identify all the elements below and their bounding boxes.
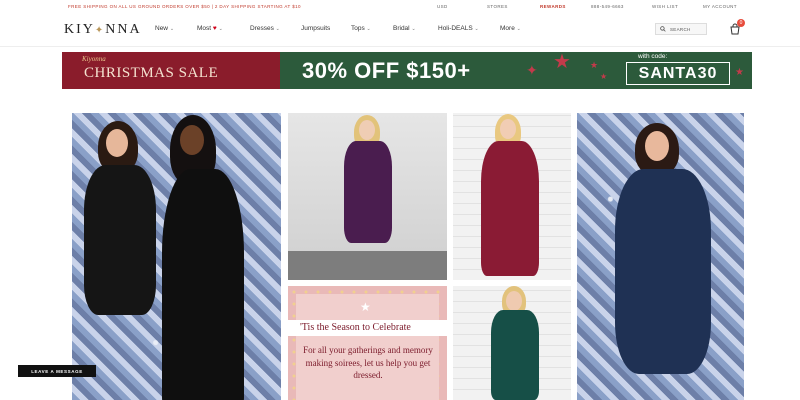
- stores-link[interactable]: STORES: [487, 4, 508, 9]
- floor: [288, 251, 447, 280]
- cart-count-badge: 0: [737, 19, 745, 27]
- model-face: [106, 129, 128, 157]
- nav-label: New: [155, 25, 169, 32]
- chevron-down-icon: ⌄: [218, 26, 223, 32]
- search-icon: [660, 26, 666, 32]
- purple-wrap-dress: [344, 141, 392, 243]
- search-box[interactable]: SEARCH: [655, 23, 707, 35]
- star-icon: ✦: [94, 25, 106, 36]
- nav-most[interactable]: Most ♥ ⌄: [197, 25, 223, 32]
- black-jumpsuit: [162, 169, 244, 400]
- my-account-link[interactable]: MY ACCOUNT: [703, 4, 737, 9]
- nav-label: Most: [197, 25, 212, 32]
- product-photo-red-velvet-dress[interactable]: [453, 113, 571, 280]
- nav-label: Tops: [351, 25, 365, 32]
- black-dress: [84, 165, 156, 315]
- star-icon: ★: [590, 60, 599, 70]
- nav-new[interactable]: New ⌄: [155, 25, 174, 32]
- nav-label: Holi-DEALS: [438, 25, 473, 32]
- model-face: [180, 125, 204, 155]
- logo-text: KIY: [64, 22, 95, 37]
- banner-sale-title: CHRISTMAS SALE: [84, 65, 219, 81]
- cart-button[interactable]: 0: [729, 19, 745, 35]
- shipping-promo[interactable]: FREE SHIPPING ON ALL US GROUND ORDERS OV…: [68, 4, 301, 9]
- logo[interactable]: KIY✦NNA: [64, 22, 142, 38]
- model-face: [359, 120, 375, 140]
- star-icon: ★: [553, 51, 571, 73]
- nav-label: Dresses: [250, 25, 274, 32]
- banner-offer: 30% OFF $150+: [302, 58, 471, 83]
- search-label: SEARCH: [670, 26, 691, 32]
- christmas-sale-banner[interactable]: Kiyonna CHRISTMAS SALE 30% OFF $150+ wit…: [62, 51, 752, 89]
- promo-title: 'Tis the Season to Celebrate: [300, 322, 411, 333]
- nav-label: More: [500, 25, 515, 32]
- navy-lace-dress: [615, 169, 711, 374]
- utility-bar: FREE SHIPPING ON ALL US GROUND ORDERS OV…: [0, 0, 800, 12]
- promo-code: SANTA30: [626, 62, 730, 85]
- nav-holi-deals[interactable]: Holi-DEALS ⌄: [438, 25, 479, 32]
- banner-left-panel: Kiyonna CHRISTMAS SALE: [62, 52, 280, 89]
- banner-right-panel: 30% OFF $150+ with code: SANTA30 ✦ ★ ★ ★…: [280, 51, 752, 89]
- nav-label: Bridal: [393, 25, 410, 32]
- nav-more[interactable]: More ⌄: [500, 25, 521, 32]
- star-icon: ★: [600, 72, 608, 81]
- heart-icon: ♥: [212, 25, 217, 32]
- nav-tops[interactable]: Tops ⌄: [351, 25, 371, 32]
- rewards-link[interactable]: REWARDS: [540, 4, 566, 9]
- chevron-down-icon: ⌄: [474, 26, 479, 32]
- model-face: [506, 291, 522, 311]
- star-icon: ★: [735, 67, 744, 78]
- star-icon: ★: [360, 300, 371, 314]
- product-photo-black-outfits[interactable]: [72, 113, 281, 400]
- wish-list-link[interactable]: WISH LIST: [652, 4, 678, 9]
- site-header: KIY✦NNA New ⌄ Most ♥ ⌄ Dresses ⌄ Jumpsui…: [0, 12, 800, 47]
- logo-text-rest: NNA: [105, 22, 142, 37]
- chevron-down-icon: ⌄: [516, 26, 521, 32]
- banner-with-code: with code:: [638, 53, 668, 60]
- nav-label: Jumpsuits: [301, 25, 331, 32]
- product-photo-navy-lace-dress[interactable]: [577, 113, 744, 400]
- nav-bridal[interactable]: Bridal ⌄: [393, 25, 416, 32]
- red-velvet-dress: [481, 141, 539, 276]
- chevron-down-icon: ⌄: [275, 26, 280, 32]
- phone-link[interactable]: 888-549-6663: [591, 4, 624, 9]
- model-face: [645, 131, 669, 161]
- star-icon: ✦: [526, 62, 538, 78]
- chevron-down-icon: ⌄: [366, 26, 371, 32]
- leave-message-button[interactable]: LEAVE A MESSAGE: [18, 365, 96, 377]
- green-wrap-dress: [491, 310, 539, 400]
- nav-dresses[interactable]: Dresses ⌄: [250, 25, 280, 32]
- season-promo-card[interactable]: ★ 'Tis the Season to Celebrate For all y…: [288, 286, 447, 400]
- chevron-down-icon: ⌄: [411, 26, 416, 32]
- currency-link[interactable]: USD: [437, 4, 448, 9]
- chevron-down-icon: ⌄: [169, 26, 175, 32]
- promo-body: For all your gatherings and memory makin…: [303, 345, 433, 380]
- product-photo-purple-dress[interactable]: [288, 113, 447, 280]
- banner-brand: Kiyonna: [82, 55, 106, 63]
- product-photo-green-dress[interactable]: [453, 286, 571, 400]
- nav-jumpsuits[interactable]: Jumpsuits: [301, 25, 330, 32]
- model-face: [500, 119, 516, 139]
